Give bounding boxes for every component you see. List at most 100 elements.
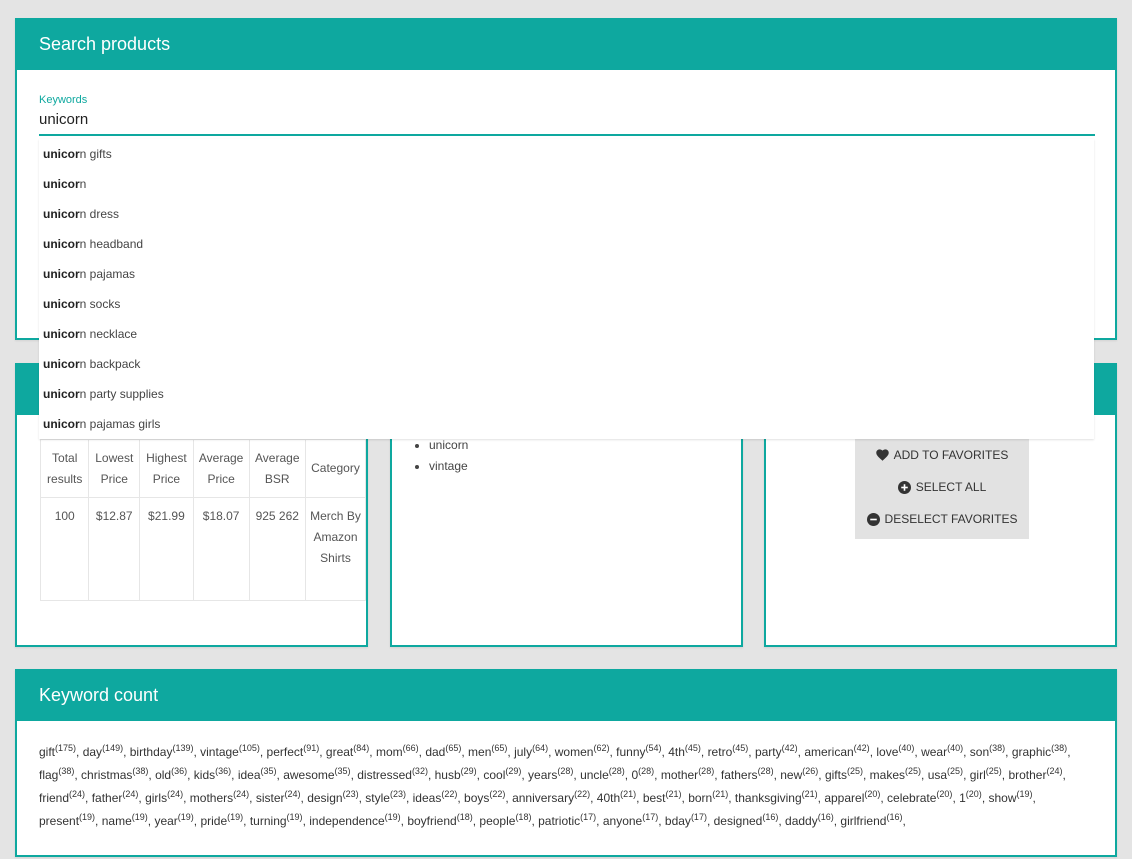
keyword-count-item: patriotic(17) <box>538 812 597 829</box>
keyword-word: design <box>307 791 343 805</box>
autocomplete-suggestion[interactable]: unicorn <box>39 169 1094 199</box>
keyword-word: old <box>155 768 172 782</box>
keyword-frequency: (25) <box>905 766 922 776</box>
keyword-word: born <box>688 791 713 805</box>
keyword-count-item: great(84) <box>326 744 369 760</box>
keyword-frequency: (20) <box>965 789 982 799</box>
keyword-word: friend <box>39 791 70 805</box>
keyword-count-item: independence(19) <box>309 813 400 829</box>
keyword-frequency: (36) <box>215 766 232 776</box>
keyword-word: year <box>154 814 178 828</box>
keyword-word: gift <box>39 745 56 759</box>
deselect-favorites-button[interactable]: DESELECT FAVORITES <box>855 503 1029 535</box>
keyword-count-item: style(23) <box>365 790 406 806</box>
keyword-word: name <box>101 814 132 828</box>
keyword-frequency: (24) <box>69 789 86 799</box>
stats-header-average-bsr: Average BSR <box>248 439 306 498</box>
autocomplete-suggestion[interactable]: unicorn necklace <box>39 319 1094 349</box>
keyword-count-item: daddy(16) <box>785 812 834 829</box>
keyword-count-item: pride(19) <box>200 813 243 829</box>
tag-item: vintage <box>429 456 468 477</box>
keyword-frequency: (35) <box>334 766 351 776</box>
autocomplete-suggestion[interactable]: unicorn dress <box>39 199 1094 229</box>
keyword-word: men <box>468 745 492 759</box>
keyword-count-item: women(62) <box>554 743 610 760</box>
keyword-count-item: son(38) <box>970 744 1005 760</box>
stats-header-average-price: Average Price <box>192 439 250 498</box>
autocomplete-suggestion[interactable]: unicorn party supplies <box>39 379 1094 409</box>
add-to-favorites-label: ADD TO FAVORITES <box>893 448 1009 462</box>
keywords-input[interactable] <box>39 111 1095 136</box>
suggestion-match: unicor <box>43 267 80 281</box>
keyword-frequency: (62) <box>593 743 610 753</box>
keyword-word: girl <box>969 768 986 782</box>
keyword-count-item: girl(25) <box>969 767 1002 783</box>
keyword-word: retro <box>707 745 733 759</box>
keyword-frequency: (22) <box>441 789 458 799</box>
keyword-word: anyone <box>602 814 643 828</box>
keyword-frequency: (139) <box>172 743 194 753</box>
suggestion-match: unicor <box>43 327 80 341</box>
add-to-favorites-button[interactable]: ADD TO FAVORITES <box>855 439 1029 471</box>
keyword-count-item: husb(29) <box>435 767 477 783</box>
keyword-frequency: (17) <box>580 812 597 822</box>
keyword-word: mother <box>660 768 699 782</box>
keyword-word: women <box>554 745 594 759</box>
keyword-count-item: present(19) <box>39 813 95 829</box>
keyword-count-item: uncle(28) <box>580 766 625 783</box>
keyword-frequency: (65) <box>445 743 462 753</box>
keyword-word: 4th <box>668 745 685 759</box>
keyword-word: patriotic <box>538 814 581 828</box>
actions-panel: ADD TO FAVORITES SELECT ALL DESELECT FAV… <box>855 435 1029 539</box>
keyword-frequency: (24) <box>122 789 139 799</box>
keyword-frequency: (35) <box>260 766 277 776</box>
keyword-word: bday <box>664 814 691 828</box>
keyword-count-item: american(42) <box>804 744 869 760</box>
keyword-frequency: (25) <box>947 766 964 776</box>
keyword-frequency: (21) <box>801 789 818 799</box>
keyword-word: ideas <box>412 791 442 805</box>
keyword-word: people <box>479 814 516 828</box>
keyword-word: turning <box>249 814 287 828</box>
keyword-count-item: best(21) <box>642 790 682 806</box>
keyword-frequency: (16) <box>817 812 834 822</box>
keyword-count-item: thanksgiving(21) <box>735 789 818 806</box>
keyword-word: flag <box>39 768 59 782</box>
keyword-count-item: 1(20) <box>959 789 982 806</box>
autocomplete-suggestion[interactable]: unicorn backpack <box>39 349 1094 379</box>
keyword-frequency: (28) <box>608 766 625 776</box>
keyword-count-item: apparel(20) <box>824 789 881 806</box>
keyword-frequency: (21) <box>712 789 729 799</box>
keyword-count-item: usa(25) <box>928 766 964 783</box>
keyword-word: pride <box>200 814 228 828</box>
keyword-frequency: (64) <box>532 743 549 753</box>
keyword-word: idea <box>237 768 261 782</box>
keyword-count-item: wear(40) <box>921 744 963 760</box>
keyword-word: uncle <box>580 768 609 782</box>
suggestion-rest: n party supplies <box>79 387 164 401</box>
keyword-count-item: born(21) <box>688 789 729 806</box>
keyword-count-item: mom(66) <box>376 744 419 760</box>
keyword-word: years <box>528 768 558 782</box>
suggestion-rest: n pajamas girls <box>79 417 161 431</box>
autocomplete-suggestion[interactable]: unicorn pajamas girls <box>39 409 1094 439</box>
keyword-frequency: (23) <box>342 789 359 799</box>
autocomplete-suggestion[interactable]: unicorn gifts <box>39 139 1094 169</box>
keyword-word: best <box>642 791 666 805</box>
keyword-count-item: 4th(45) <box>668 744 701 760</box>
keyword-word: new <box>780 768 803 782</box>
keyword-count-item: anniversary(22) <box>512 790 590 806</box>
select-all-button[interactable]: SELECT ALL <box>855 471 1029 503</box>
keyword-count-item: gift(175) <box>39 744 76 760</box>
keyword-word: kids <box>193 768 216 782</box>
autocomplete-suggestion[interactable]: unicorn pajamas <box>39 259 1094 289</box>
keyword-frequency: (26) <box>802 766 819 776</box>
keyword-word: independence <box>309 814 385 828</box>
keyword-word: wear <box>921 745 948 759</box>
keyword-frequency: (20) <box>864 789 881 799</box>
autocomplete-suggestion[interactable]: unicorn headband <box>39 229 1094 259</box>
keyword-count-item: party(42) <box>755 744 798 760</box>
keyword-count-item: sister(24) <box>256 790 301 806</box>
heart-icon <box>875 449 889 461</box>
autocomplete-suggestion[interactable]: unicorn socks <box>39 289 1094 319</box>
